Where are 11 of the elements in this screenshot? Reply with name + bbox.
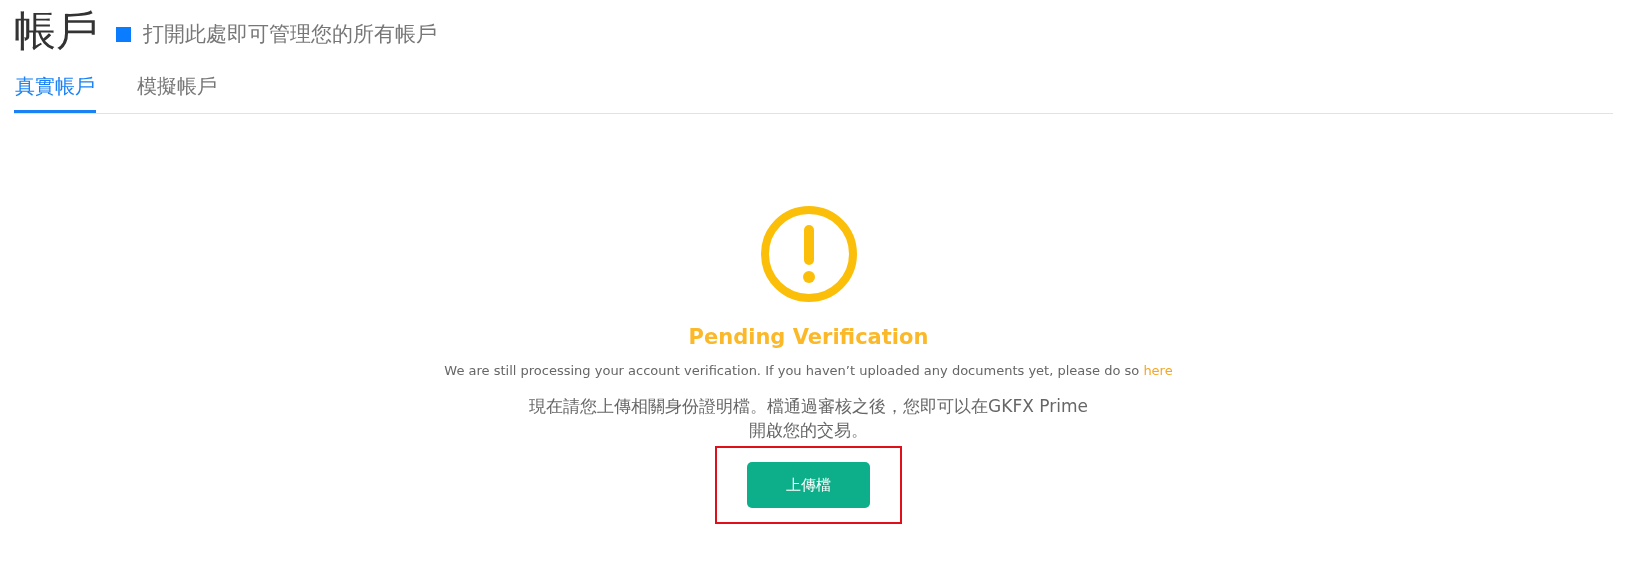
instructions-text: 現在請您上傳相關身份證明檔。檔通過審核之後，您即可以在GKFX Prime 開啟您的交易。	[529, 395, 1088, 442]
page-title: 帳戶	[14, 5, 98, 57]
page-subtitle: 打開此處即可管理您的所有帳戶	[143, 21, 437, 48]
here-link[interactable]: here	[1143, 363, 1173, 378]
status-message: We are still processing your account verification. If you haven’t uploaded any documents yet, please do so here	[444, 363, 1173, 378]
warning-icon	[759, 205, 858, 303]
square-icon	[116, 26, 131, 42]
tab[interactable]: 模擬帳戶	[136, 62, 218, 113]
status-heading: Pending Verification	[688, 325, 929, 349]
upload-button[interactable]: 上傳檔	[747, 462, 870, 508]
tab[interactable]: 真實帳戶	[14, 62, 96, 113]
